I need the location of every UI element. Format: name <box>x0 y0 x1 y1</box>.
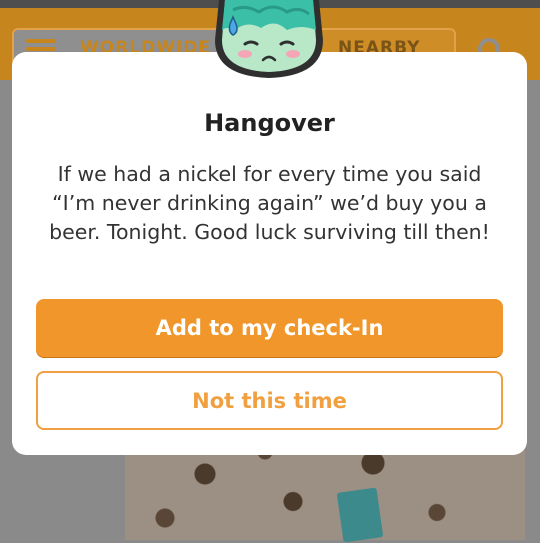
dialog-message: If we had a nickel for every time you sa… <box>49 162 490 244</box>
add-to-check-in-button[interactable]: Add to my check-In <box>36 299 503 357</box>
badge-dialog: Hangover If we had a nickel for every ti… <box>12 52 527 455</box>
not-this-time-button[interactable]: Not this time <box>36 371 503 430</box>
photo-object <box>336 487 384 543</box>
dialog-title: Hangover <box>204 109 335 137</box>
hangover-badge-icon <box>215 0 323 78</box>
